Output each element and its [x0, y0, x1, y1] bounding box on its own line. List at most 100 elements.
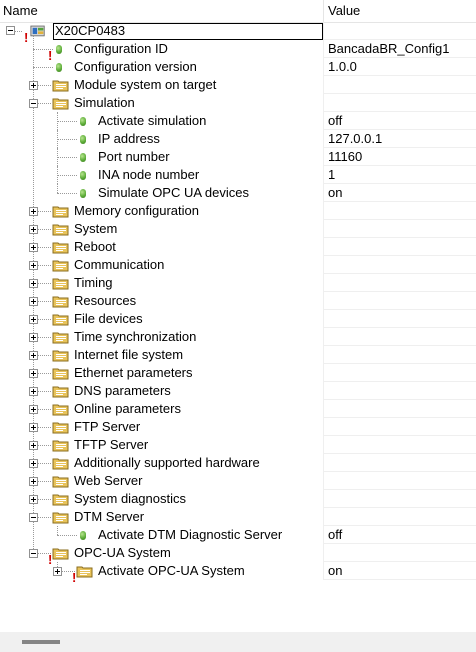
configuration-tree: ! X20CP0483 ! Configuration ID BancadaBR_C… — [0, 22, 476, 610]
expand-toggle-icon[interactable] — [29, 81, 38, 90]
expand-toggle-icon[interactable] — [29, 423, 38, 432]
warning-exclamation-icon: ! — [72, 570, 77, 585]
tree-row[interactable]: INA node number 1 — [0, 166, 476, 184]
tree-row[interactable]: Port number 11160 — [0, 148, 476, 166]
tree-row[interactable]: DTM Server — [0, 508, 476, 526]
tree-row[interactable]: File devices — [0, 310, 476, 328]
tree-row[interactable]: ! Configuration ID BancadaBR_Config1 — [0, 40, 476, 63]
parameter-value[interactable]: off — [328, 526, 342, 544]
tree-row[interactable]: Module system on target — [0, 76, 476, 94]
expand-toggle-icon[interactable] — [29, 207, 38, 216]
warning-exclamation-icon: ! — [48, 48, 53, 63]
parameter-folder-icon — [52, 312, 69, 326]
parameter-value[interactable]: off — [328, 112, 342, 130]
tree-row[interactable]: Activate simulation off — [0, 112, 476, 130]
tree-row[interactable]: ! OPC-UA System — [0, 544, 476, 567]
tree-row[interactable]: System diagnostics — [0, 490, 476, 508]
tree-row[interactable]: Time synchronization — [0, 328, 476, 346]
collapse-toggle-icon[interactable] — [29, 549, 38, 558]
scrollbar-thumb[interactable] — [22, 640, 60, 644]
parameter-folder-icon — [52, 78, 69, 92]
tree-label: INA node number — [98, 167, 200, 182]
tree-row[interactable]: Ethernet parameters — [0, 364, 476, 382]
tree-label: System diagnostics — [74, 491, 186, 506]
tree-row[interactable]: Simulation — [0, 94, 476, 112]
parameter-leaf-icon — [80, 171, 86, 180]
expand-toggle-icon[interactable] — [29, 297, 38, 306]
parameter-folder-icon — [52, 402, 69, 416]
tree-row[interactable]: System — [0, 220, 476, 238]
collapse-toggle-icon[interactable] — [29, 513, 38, 522]
tree-row[interactable]: TFTP Server — [0, 436, 476, 454]
tree-row[interactable]: ! Activate OPC-UA System on — [0, 562, 476, 585]
parameter-leaf-icon — [56, 63, 62, 72]
tree-label: System — [74, 221, 118, 236]
tree-row[interactable]: Communication — [0, 256, 476, 274]
tree-label: OPC-UA System — [74, 545, 171, 560]
parameter-value[interactable]: on — [328, 184, 342, 202]
tree-label: Timing — [74, 275, 113, 290]
tree-row[interactable]: Activate DTM Diagnostic Server off — [0, 526, 476, 544]
parameter-folder-icon — [52, 240, 69, 254]
tree-row[interactable]: DNS parameters — [0, 382, 476, 400]
tree-row-root[interactable]: ! X20CP0483 — [0, 22, 476, 45]
expand-toggle-icon[interactable] — [29, 477, 38, 486]
expand-toggle-icon[interactable] — [53, 567, 62, 576]
expand-toggle-icon[interactable] — [29, 369, 38, 378]
tree-row[interactable]: Internet file system — [0, 346, 476, 364]
parameter-folder-icon — [52, 492, 69, 506]
tree-label: Port number — [98, 149, 170, 164]
warning-exclamation-icon: ! — [24, 30, 29, 45]
tree-row[interactable]: Resources — [0, 292, 476, 310]
tree-row[interactable]: Configuration version 1.0.0 — [0, 58, 476, 76]
tree-row[interactable]: IP address 127.0.0.1 — [0, 130, 476, 148]
tree-label: Configuration ID — [74, 41, 168, 56]
expand-toggle-icon[interactable] — [29, 225, 38, 234]
tree-row[interactable]: FTP Server — [0, 418, 476, 436]
parameter-leaf-icon — [80, 153, 86, 162]
collapse-toggle-icon[interactable] — [29, 99, 38, 108]
parameter-value[interactable]: on — [328, 562, 342, 580]
tree-row[interactable]: Additionally supported hardware — [0, 454, 476, 472]
expand-toggle-icon[interactable] — [29, 387, 38, 396]
column-divider[interactable] — [323, 0, 324, 22]
tree-label: Module system on target — [74, 77, 217, 92]
expand-toggle-icon[interactable] — [29, 333, 38, 342]
name-column-header[interactable]: Name — [3, 0, 38, 22]
parameter-value[interactable]: 1 — [328, 166, 335, 184]
tree-row[interactable]: Timing — [0, 274, 476, 292]
expand-toggle-icon[interactable] — [29, 243, 38, 252]
expand-toggle-icon[interactable] — [29, 405, 38, 414]
tree-label: Activate DTM Diagnostic Server — [98, 527, 283, 542]
tree-row[interactable]: Simulate OPC UA devices on — [0, 184, 476, 202]
expand-toggle-icon[interactable] — [29, 495, 38, 504]
tree-row[interactable]: Reboot — [0, 238, 476, 256]
parameter-value[interactable]: 127.0.0.1 — [328, 130, 382, 148]
tree-label: Reboot — [74, 239, 116, 254]
tree-label: Additionally supported hardware — [74, 455, 260, 470]
expand-toggle-icon[interactable] — [29, 351, 38, 360]
tree-label: Online parameters — [74, 401, 181, 416]
expand-toggle-icon[interactable] — [29, 261, 38, 270]
parameter-leaf-icon — [80, 189, 86, 198]
parameter-value[interactable]: BancadaBR_Config1 — [328, 40, 449, 58]
tree-label: TFTP Server — [74, 437, 149, 452]
tree-row[interactable]: Memory configuration — [0, 202, 476, 220]
tree-label: Configuration version — [74, 59, 197, 74]
tree-label: Resources — [74, 293, 137, 308]
tree-row[interactable]: Web Server — [0, 472, 476, 490]
parameter-folder-icon — [52, 96, 69, 110]
expand-toggle-icon[interactable] — [29, 441, 38, 450]
tree-label: File devices — [74, 311, 143, 326]
horizontal-scrollbar[interactable] — [0, 632, 476, 652]
expand-toggle-icon[interactable] — [29, 459, 38, 468]
parameter-value[interactable]: 1.0.0 — [328, 58, 357, 76]
parameter-leaf-icon — [80, 531, 86, 540]
tree-row[interactable]: Online parameters — [0, 400, 476, 418]
expand-toggle-icon[interactable] — [29, 315, 38, 324]
parameter-folder-icon — [76, 564, 93, 578]
parameter-folder-icon — [52, 258, 69, 272]
parameter-value[interactable]: 11160 — [328, 148, 362, 166]
expand-toggle-icon[interactable] — [29, 279, 38, 288]
value-column-header[interactable]: Value — [328, 0, 360, 22]
